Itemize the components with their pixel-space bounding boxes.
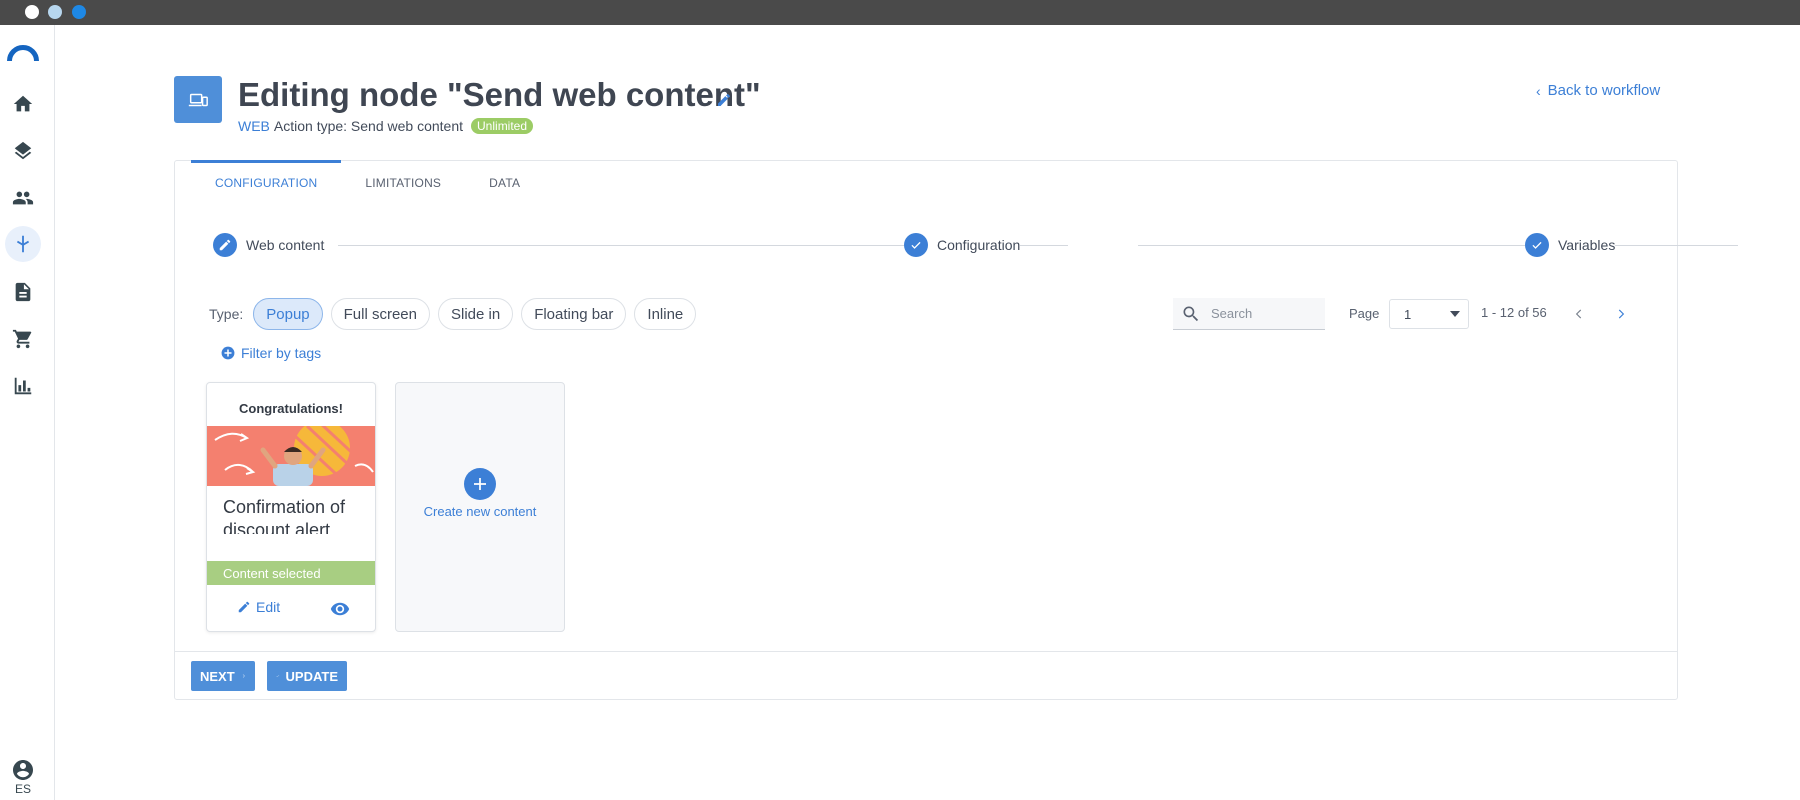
- back-to-workflow-label: Back to workflow: [1547, 82, 1661, 99]
- search-box: [1173, 298, 1325, 330]
- type-chip-popup[interactable]: Popup: [253, 298, 323, 330]
- page-select[interactable]: 1: [1389, 299, 1469, 329]
- stepper-connector: [1138, 245, 1738, 246]
- tab-bar: CONFIGURATION LIMITATIONS DATA: [191, 160, 544, 201]
- step-web-content[interactable]: Web content: [213, 233, 325, 257]
- update-button[interactable]: UPDATE: [267, 661, 347, 691]
- chevron-left-icon: ‹: [1536, 82, 1541, 99]
- edit-content-button[interactable]: Edit: [237, 599, 280, 615]
- card-title: Confirmation of discount alert: [223, 497, 346, 534]
- tab-data[interactable]: DATA: [465, 161, 544, 201]
- type-chip-full-screen[interactable]: Full screen: [330, 298, 430, 330]
- sidebar: ES: [0, 25, 55, 800]
- language-indicator[interactable]: ES: [0, 782, 46, 796]
- app-logo[interactable]: [7, 45, 39, 61]
- step-label: Configuration: [937, 237, 1021, 253]
- window-close-dot[interactable]: [25, 5, 39, 19]
- add-circle-icon: [221, 346, 235, 360]
- next-page-button[interactable]: [1609, 302, 1633, 326]
- pagination-range: 1 - 12 of 56: [1481, 305, 1547, 320]
- node-channel-icon: [174, 76, 222, 123]
- people-icon[interactable]: [10, 185, 36, 211]
- page-label: Page: [1349, 306, 1380, 321]
- check-icon: [1525, 233, 1549, 257]
- edit-label: Edit: [256, 599, 281, 615]
- footer-divider: [175, 651, 1677, 652]
- window-maximize-dot[interactable]: [72, 5, 86, 19]
- page-select-value: 1: [1404, 306, 1412, 322]
- type-filter-label: Type:: [209, 306, 244, 322]
- add-circle-icon: [464, 468, 496, 500]
- step-configuration[interactable]: Configuration: [904, 233, 1021, 257]
- home-icon[interactable]: [10, 91, 36, 117]
- document-icon[interactable]: [10, 279, 36, 305]
- window-minimize-dot[interactable]: [48, 5, 62, 19]
- cart-icon[interactable]: [10, 326, 36, 352]
- limit-badge: Unlimited: [471, 118, 534, 134]
- page-title: Editing node "Send web content": [238, 76, 761, 113]
- prev-page-button[interactable]: [1567, 302, 1591, 326]
- node-editor-panel: CONFIGURATION LIMITATIONS DATA Web conte…: [174, 160, 1738, 700]
- layers-icon[interactable]: [10, 138, 36, 164]
- pencil-icon: [213, 233, 237, 257]
- step-label: Web content: [246, 237, 325, 253]
- search-icon: [1183, 306, 1199, 321]
- type-filter-row: Type: Popup Full screen Slide in Floatin…: [209, 298, 697, 330]
- create-new-content-card[interactable]: Create new content: [395, 382, 565, 632]
- pencil-icon: [238, 601, 250, 613]
- back-to-workflow-link[interactable]: ‹ Back to workflow: [1536, 82, 1660, 99]
- type-chip-floating-bar[interactable]: Floating bar: [521, 298, 627, 330]
- chevron-right-icon: [242, 674, 245, 678]
- edit-title-pencil-icon[interactable]: [716, 92, 734, 110]
- node-subtitle: WEB Action type: Send web content Unlimi…: [238, 118, 534, 134]
- card-actions: Edit: [207, 589, 375, 631]
- step-variables[interactable]: Variables: [1525, 233, 1616, 257]
- step-label: Variables: [1558, 237, 1616, 253]
- card-header: Congratulations!: [239, 401, 343, 416]
- chevron-right-icon: [1618, 309, 1625, 319]
- stepper: Web content Configuration Variables: [213, 233, 1738, 259]
- check-icon: [904, 233, 928, 257]
- tab-limitations[interactable]: LIMITATIONS: [341, 161, 465, 201]
- channel-label: WEB: [238, 118, 270, 134]
- update-label: UPDATE: [285, 668, 338, 684]
- filter-by-tags-label: Filter by tags: [241, 345, 322, 361]
- content-selected-status: Content selected: [207, 561, 375, 585]
- chart-icon[interactable]: [10, 373, 36, 399]
- user-avatar-icon[interactable]: [10, 757, 36, 783]
- workflow-icon[interactable]: [5, 226, 41, 262]
- card-thumbnail-image: [207, 426, 375, 486]
- next-label: NEXT: [200, 668, 235, 684]
- next-button[interactable]: NEXT: [191, 661, 255, 691]
- filter-by-tags-link[interactable]: Filter by tags: [221, 345, 321, 361]
- caret-down-icon: [1450, 311, 1460, 317]
- type-chip-inline[interactable]: Inline: [634, 298, 697, 330]
- tab-configuration[interactable]: CONFIGURATION: [191, 160, 342, 201]
- action-type-label: Action type: Send web content: [273, 118, 464, 134]
- type-chip-slide-in[interactable]: Slide in: [437, 298, 514, 330]
- window-titlebar: [0, 0, 1800, 25]
- content-card[interactable]: Congratulations! Confirmation of discoun…: [206, 382, 376, 632]
- create-new-content-label: Create new content: [423, 504, 537, 519]
- preview-eye-icon[interactable]: [329, 599, 353, 619]
- search-input[interactable]: [1211, 306, 1311, 321]
- chevron-left-icon: [1575, 309, 1582, 319]
- check-icon: [276, 675, 280, 678]
